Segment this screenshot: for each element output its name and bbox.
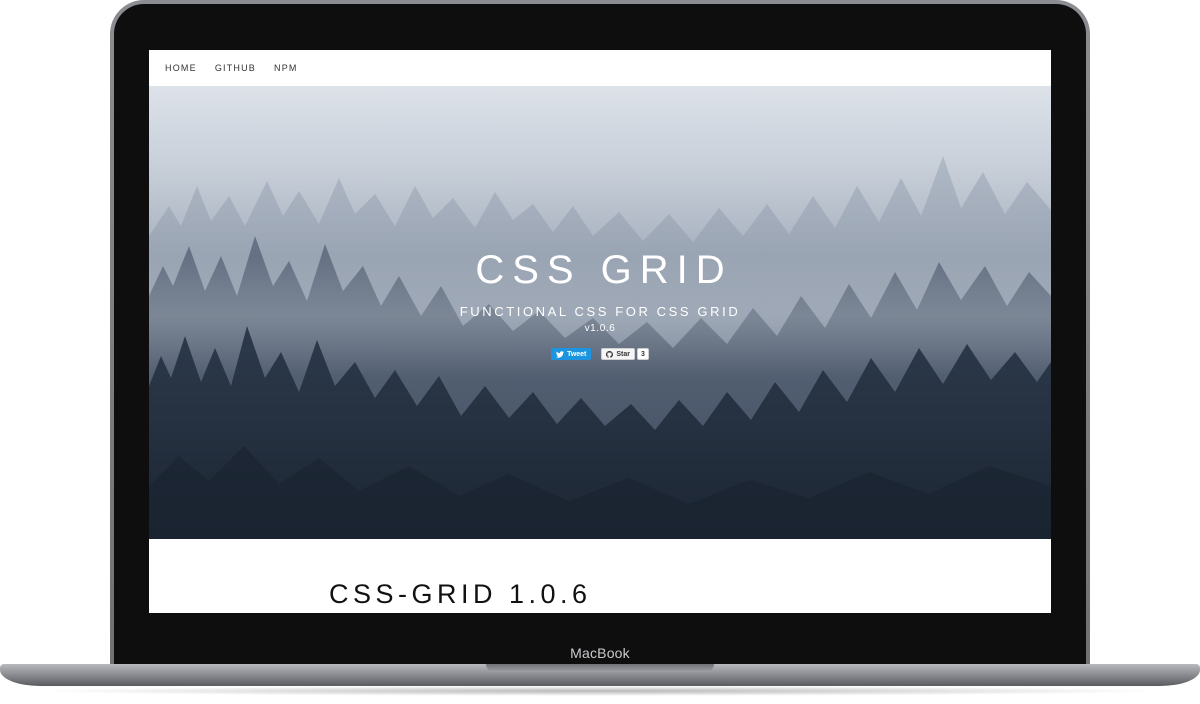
nav-link-github[interactable]: GITHUB [215,63,256,73]
nav-link-home[interactable]: HOME [165,63,197,73]
star-button-label: Star [616,350,631,358]
hero-title: CSS GRID [475,248,733,292]
version-label: v1.0.6 [584,323,616,334]
laptop-shadow [30,686,1170,696]
tweet-button-label: Tweet [567,350,587,358]
github-star-widget: Star 3 [601,348,649,360]
social-buttons: Tweet Star 3 [149,348,1051,360]
browser-viewport: HOME GITHUB NPM CSS GRID FUNCTIONAL CSS … [149,50,1051,613]
laptop-mockup: MacBook HOME GITHUB NPM CSS GRID FUNCTIO… [0,0,1200,704]
github-star-button[interactable]: Star [601,348,636,360]
tweet-button[interactable]: Tweet [551,348,592,360]
top-nav: HOME GITHUB NPM [149,50,1051,86]
hero-content: CSS GRID FUNCTIONAL CSS FOR CSS GRID v1.… [149,246,1051,360]
section-heading: CSS-GRID 1.0.6 [329,579,592,609]
hero-subtitle: FUNCTIONAL CSS FOR CSS GRID [459,304,741,319]
laptop-hinge-notch [486,664,714,672]
twitter-bird-icon [556,350,565,358]
github-octocat-icon [606,350,614,358]
hero-banner: CSS GRID FUNCTIONAL CSS FOR CSS GRID v1.… [149,86,1051,539]
main-content: CSS-GRID 1.0.6 [149,539,1051,613]
nav-link-npm[interactable]: NPM [274,63,298,73]
star-count-badge[interactable]: 3 [637,348,649,360]
brand-label: MacBook [570,645,630,661]
